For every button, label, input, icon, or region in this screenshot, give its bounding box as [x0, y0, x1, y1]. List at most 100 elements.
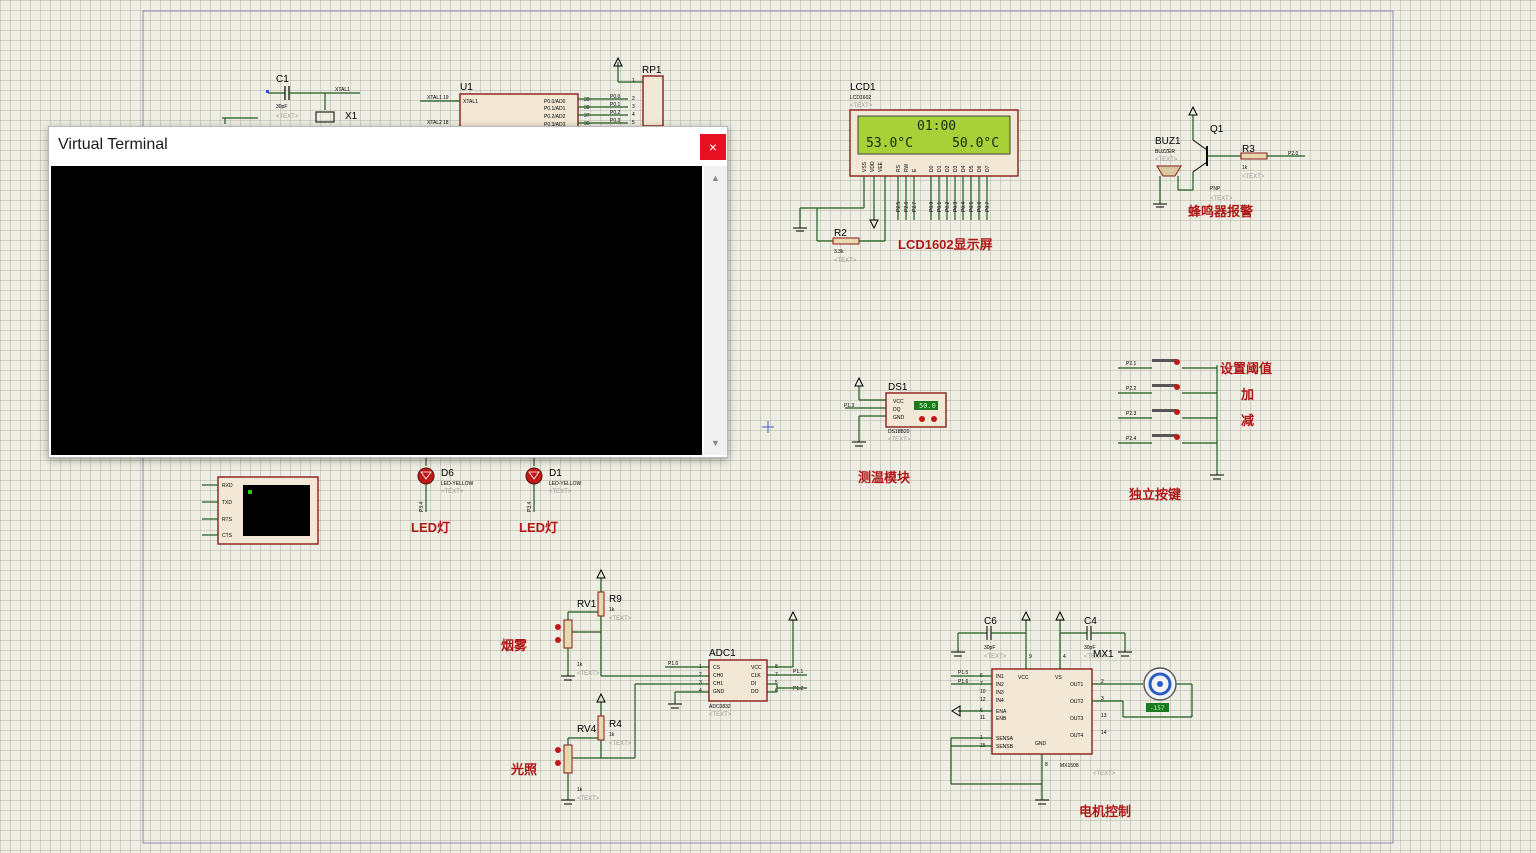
resistor-r3[interactable]: R3 1k <TEXT> P2.0 — [1240, 144, 1305, 180]
adc-adc1[interactable]: ADC1 CS1CH02CH13GND4VCC 8CLK 7DI 5DO 6P1.0P1… — [600, 610, 807, 758]
mx1-pin-enb: ENB — [996, 716, 1007, 722]
lcd1-net-label: P0.2 — [945, 201, 951, 212]
c1-text: <TEXT> — [276, 114, 299, 120]
scroll-down-icon[interactable]: ▼ — [704, 435, 727, 451]
close-button[interactable]: × — [700, 134, 726, 160]
mx1-pin-vcc: VCC — [1018, 675, 1029, 681]
ds1-net: P1.3 — [844, 403, 855, 409]
r2-ref: R2 — [834, 228, 847, 239]
adc1-net-p11: P1.1 — [793, 669, 804, 675]
rv4-ref: RV4 — [577, 724, 597, 735]
virtual-terminal-window[interactable]: Virtual Terminal × ▲ ▼ — [48, 126, 728, 458]
annotation-key1: 设置阈值 — [1220, 361, 1272, 376]
terminal-output[interactable] — [51, 166, 702, 455]
button-indicator[interactable] — [1174, 384, 1180, 390]
r9-value: 1k — [609, 607, 615, 613]
u1-pinnum-39: 39 — [584, 97, 590, 103]
lcd1-net-label: P2.6 — [904, 201, 910, 212]
pot-rv1[interactable]: RV1 1k <TEXT> 烟雾 — [501, 599, 601, 681]
ds1-pin-vcc: VCC — [893, 399, 904, 405]
vertical-scrollbar[interactable]: ▲ ▼ — [704, 166, 727, 455]
key-group[interactable]: P2.1 P2.2 P2.3 P2.4 设置阈值 加 减 独立按键 — [1118, 359, 1272, 502]
ds1-pin-dq: DQ — [893, 407, 901, 413]
x1-ref: X1 — [345, 111, 358, 122]
adc1-text: <TEXT> — [709, 712, 732, 718]
buz1-text: <TEXT> — [1155, 157, 1178, 163]
ds1-pin-gnd: GND — [893, 415, 905, 421]
rp1-net-p00: P0.0 — [610, 94, 621, 100]
lcd1-pin-d4: D4 — [961, 165, 967, 172]
ds1-reading: 50.0 — [919, 402, 936, 410]
mx1-pin-in4: IN4 — [996, 698, 1004, 704]
r2-text: <TEXT> — [834, 258, 857, 264]
lcd1-pin-d3: D3 — [953, 165, 959, 172]
mx1-pin-out2: OUT2 — [1070, 699, 1084, 705]
adc1-net-p10: P1.0 — [668, 661, 679, 667]
r3-value: 1k — [1242, 165, 1248, 171]
cursor-crosshair — [762, 421, 774, 433]
lcd1-net-label: P0.6 — [977, 201, 983, 212]
key-net-label: P2.1 — [1126, 361, 1137, 367]
transistor-q1[interactable]: Q1 PNP <TEXT> — [1188, 105, 1241, 202]
motor-driver-mx1[interactable]: MX1 IN16IN27IN310IN412ENA6ENB11SENSA1SEN… — [950, 610, 1193, 819]
button-indicator[interactable] — [1174, 434, 1180, 440]
lcd1-pin-vdd: VDD — [870, 161, 876, 172]
rp1-net-p02: P0.2 — [610, 110, 621, 116]
scroll-up-icon[interactable]: ▲ — [704, 170, 727, 186]
u1-pin-p02: P0.2/AD2 — [544, 114, 566, 120]
push-button[interactable] — [1152, 359, 1176, 362]
annotation-key3: 减 — [1241, 413, 1254, 428]
close-icon: × — [708, 139, 718, 155]
rp1-net-p03: P0.3 — [610, 118, 621, 124]
virtual-terminal-instrument[interactable]: RXD TXD RTS CTS — [202, 476, 319, 545]
window-title: Virtual Terminal — [58, 136, 168, 153]
mx1-pin-in1: IN1 — [996, 674, 1004, 680]
annotation-motor: 电机控制 — [1079, 804, 1131, 819]
adc1-pinnum: 3 — [699, 680, 702, 686]
mx1-pin-out3: OUT3 — [1070, 716, 1084, 722]
resistor-r2[interactable]: R2 3.3k <TEXT> — [832, 228, 860, 264]
ds1-ref: DS1 — [888, 382, 908, 393]
c6-text: <TEXT> — [984, 654, 1007, 660]
adc1-pin-ch1: CH1 — [713, 681, 723, 687]
adc1-pin-ch0: CH0 — [713, 673, 723, 679]
push-button[interactable] — [1152, 409, 1176, 412]
d6-type: LED-YELLOW — [441, 481, 474, 487]
pot-rv4[interactable]: RV4 1k <TEXT> 光照 — [510, 724, 601, 805]
annotation-smoke: 烟雾 — [501, 638, 528, 653]
resistor-pack-rp1[interactable]: RP1 1 2 3 4 5 — [613, 56, 664, 127]
lcd1-pin-vss: VSS — [862, 161, 868, 172]
lcd1-pin-d7: D7 — [985, 165, 991, 172]
capacitor-c1[interactable]: C1 30pF <TEXT> XTAL1 — [224, 74, 360, 124]
push-button[interactable] — [1152, 384, 1176, 387]
d1-text: <TEXT> — [549, 489, 572, 495]
mx1-pin-gnd: GND — [1035, 741, 1047, 747]
lcd1-ref: LCD1 — [850, 82, 876, 93]
u1-pinnum-37: 37 — [584, 113, 590, 119]
rp1-net-p01: P0.1 — [610, 102, 621, 108]
dc-motor[interactable]: -157 — [1143, 667, 1177, 712]
capacitor-c6[interactable]: C6 30pF <TEXT> — [951, 616, 1026, 660]
rp1-pin3: 3 — [632, 104, 635, 110]
led-d6[interactable]: D6 LED-YELLOW <TEXT> P3.4 LED灯 — [411, 456, 474, 535]
u1-pin-xtal1: XTAL1 — [463, 99, 478, 105]
lcd1-net-label: P0.5 — [969, 201, 975, 212]
lcd1-net-label: P2.7 — [912, 201, 918, 212]
q1-type: PNP — [1210, 186, 1221, 192]
c1-ref: C1 — [276, 74, 289, 85]
button-indicator[interactable] — [1174, 359, 1180, 365]
annotation-buzzer: 蜂鸣器报警 — [1188, 204, 1253, 219]
buzzer-buz1[interactable]: BUZ1 BUZZER <TEXT> 蜂鸣器报警 — [1153, 136, 1253, 219]
sensor-ds1[interactable]: DS1 VCC DQ GND 50.0 DS18B20 <TEXT> P1.3 … — [844, 376, 947, 485]
button-indicator[interactable] — [1174, 409, 1180, 415]
d6-net: P3.4 — [419, 501, 425, 512]
led-d1[interactable]: D1 LED-YELLOW <TEXT> P3.4 LED灯 — [519, 456, 582, 535]
d1-net: P3.4 — [527, 501, 533, 512]
c1-value: 30pF — [276, 104, 287, 110]
mx1-net-p16: P1.6 — [958, 679, 969, 685]
window-titlebar[interactable]: Virtual Terminal × — [49, 127, 727, 165]
lcd1-pin-d2: D2 — [945, 165, 951, 172]
r4-ref: R4 — [609, 719, 622, 730]
push-button[interactable] — [1152, 434, 1176, 437]
c4-ref: C4 — [1084, 616, 1097, 627]
